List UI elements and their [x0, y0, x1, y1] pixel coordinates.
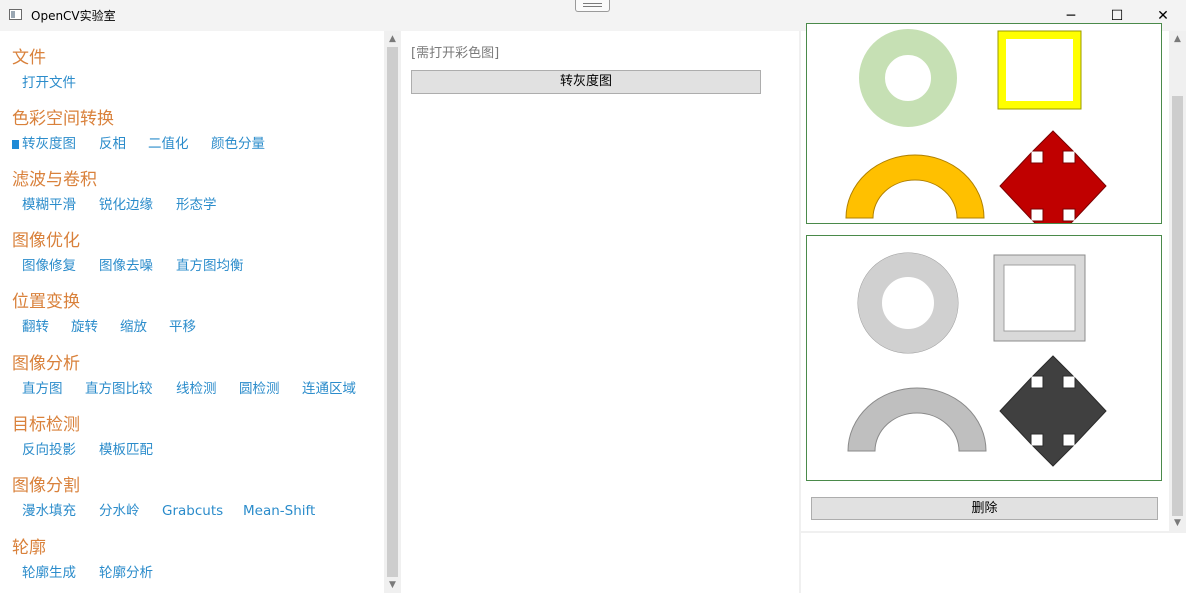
nav-item-color-channels[interactable]: 颜色分量: [211, 134, 265, 154]
nav-item-watershed[interactable]: 分水岭: [99, 501, 140, 521]
nav-item-mean-shift[interactable]: Mean-Shift: [243, 501, 315, 521]
close-icon: ✕: [1157, 7, 1169, 24]
sidebar-scrollbar[interactable]: ▲ ▼: [384, 31, 401, 593]
gray-ring-shape: [858, 253, 958, 353]
nav-item-grayscale[interactable]: 转灰度图: [22, 134, 76, 154]
nav-item-template-match[interactable]: 模板匹配: [99, 440, 153, 460]
result-image: [806, 235, 1162, 481]
nav-item-contour-analysis[interactable]: 轮廓分析: [99, 563, 153, 583]
sidebar: 文件 打开文件 色彩空间转换 转灰度图 反相 二值化 颜色分量 滤波与卷积 模糊…: [0, 31, 384, 593]
section-title: 文件: [12, 48, 46, 68]
nav-item-flood-fill[interactable]: 漫水填充: [22, 501, 76, 521]
section-contour: 轮廓 轮廓生成 轮廓分析: [12, 537, 153, 583]
nav-item-histogram[interactable]: 直方图: [22, 379, 63, 399]
section-title: 轮廓: [12, 538, 46, 558]
convert-gray-button[interactable]: 转灰度图: [411, 70, 761, 94]
operation-panel: [需打开彩色图] 转灰度图: [401, 31, 799, 593]
scroll-up-icon[interactable]: ▲: [1169, 31, 1186, 47]
section-title: 滤波与卷积: [12, 170, 97, 190]
nav-item-sharpen[interactable]: 锐化边缘: [99, 195, 153, 215]
section-title: 色彩空间转换: [12, 109, 114, 129]
nav-item-scale[interactable]: 缩放: [120, 317, 147, 337]
nav-item-morphology[interactable]: 形态学: [176, 195, 217, 215]
snap-grip-icon[interactable]: [575, 0, 610, 12]
arrow-cross-shape: [999, 130, 1107, 223]
nav-item-grabcut[interactable]: Grabcuts: [162, 501, 223, 521]
scroll-down-icon[interactable]: ▼: [384, 577, 401, 593]
app-icon: [9, 9, 22, 20]
nav-item-back-projection[interactable]: 反向投影: [22, 440, 76, 460]
section-title: 图像分割: [12, 476, 80, 496]
shapes-gray-image: [847, 252, 1107, 467]
nav-item-denoise[interactable]: 图像去噪: [99, 256, 153, 276]
gray-arch-shape: [847, 387, 987, 452]
nav-item-open-file[interactable]: 打开文件: [22, 73, 76, 93]
scrollbar-thumb[interactable]: [387, 47, 398, 577]
scroll-down-icon[interactable]: ▼: [1169, 515, 1186, 531]
bottom-area: [801, 533, 1186, 593]
maximize-icon: ☐: [1110, 7, 1124, 24]
nav-item-inpaint[interactable]: 图像修复: [22, 256, 76, 276]
nav-item-blur[interactable]: 模糊平滑: [22, 195, 76, 215]
nav-item-rotate[interactable]: 旋转: [71, 317, 98, 337]
section-title: 图像分析: [12, 354, 80, 374]
section-analysis: 图像分析 直方图 直方图比较 线检测 圆检测 连通区域: [12, 353, 356, 399]
shapes-color-image: [845, 29, 1107, 223]
section-segmentation: 图像分割 漫水填充 分水岭 Grabcuts Mean-Shift: [12, 475, 315, 521]
section-color-space: 色彩空间转换 转灰度图 反相 二值化 颜色分量: [12, 108, 265, 154]
nav-item-flip[interactable]: 翻转: [22, 317, 49, 337]
nav-item-equalize[interactable]: 直方图均衡: [176, 256, 244, 276]
nav-item-circle-detect[interactable]: 圆检测: [239, 379, 280, 399]
section-title: 目标检测: [12, 415, 80, 435]
nav-item-translate[interactable]: 平移: [169, 317, 196, 337]
delete-button[interactable]: 删除: [811, 497, 1158, 520]
hint-text: [需打开彩色图]: [411, 46, 500, 61]
nav-item-connected-components[interactable]: 连通区域: [302, 379, 356, 399]
preview-panel: 删除: [801, 23, 1169, 531]
selected-indicator: [12, 140, 19, 149]
nav-item-line-detect[interactable]: 线检测: [176, 379, 217, 399]
section-filter: 滤波与卷积 模糊平滑 锐化边缘 形态学: [12, 169, 217, 215]
section-file: 文件 打开文件: [12, 47, 76, 93]
arch-shape: [845, 154, 985, 219]
gray-square-inner: [1003, 264, 1076, 332]
scrollbar-thumb[interactable]: [1172, 96, 1183, 516]
section-title: 图像优化: [12, 231, 80, 251]
nav-item-contour-generate[interactable]: 轮廓生成: [22, 563, 76, 583]
scroll-up-icon[interactable]: ▲: [384, 31, 401, 47]
preview-scrollbar[interactable]: ▲ ▼: [1169, 31, 1186, 531]
section-title: 位置变换: [12, 292, 80, 312]
nav-item-histogram-compare[interactable]: 直方图比较: [85, 379, 153, 399]
section-detection: 目标检测 反向投影 模板匹配: [12, 414, 153, 460]
original-image: [806, 23, 1162, 224]
nav-item-binarize[interactable]: 二值化: [148, 134, 189, 154]
section-transform: 位置变换 翻转 旋转 缩放 平移: [12, 291, 196, 337]
window-title: OpenCV实验室: [31, 9, 116, 23]
section-optimize: 图像优化 图像修复 图像去噪 直方图均衡: [12, 230, 244, 276]
ring-shape: [859, 29, 957, 127]
gray-arrow-cross-shape: [999, 355, 1107, 467]
minimize-icon: ─: [1066, 7, 1076, 24]
square-inner: [1006, 39, 1073, 101]
nav-item-invert[interactable]: 反相: [99, 134, 126, 154]
